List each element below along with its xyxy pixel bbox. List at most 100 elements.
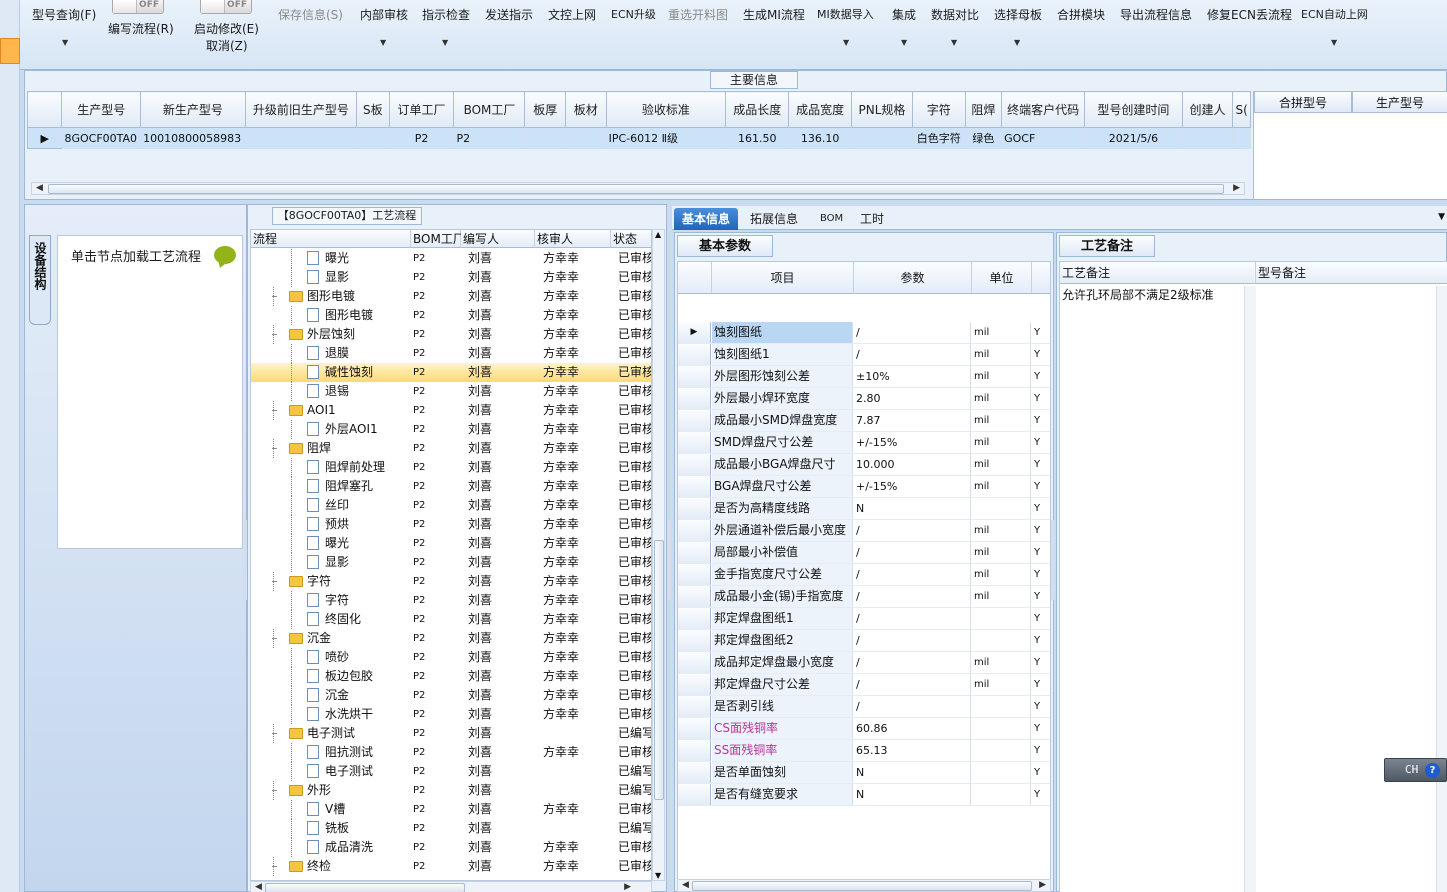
side-tab-device-structure[interactable]: 设备结构 — [29, 235, 51, 325]
param-value[interactable]: +/-15% — [854, 432, 971, 453]
col-header[interactable]: 生产型号 — [1352, 91, 1447, 113]
flow-tree-row[interactable]: 退膜 P2 刘喜 方幸幸 已审核 — [251, 344, 651, 363]
param-row[interactable]: 是否剥引线 / Y — [678, 696, 1050, 718]
col-header[interactable]: 成品宽度 — [788, 91, 853, 128]
cell[interactable] — [1182, 127, 1234, 149]
cell[interactable]: 10010800058983 — [140, 127, 246, 149]
scroll-left-icon[interactable]: ◀ — [682, 880, 689, 890]
collapse-icon[interactable]: − — [271, 578, 278, 586]
toggle-switch-1[interactable]: OFF — [112, 0, 164, 14]
col-header[interactable]: 核审人 — [535, 230, 611, 248]
col-header[interactable]: 生产型号 — [61, 91, 142, 128]
select-mother-board-button[interactable]: 选择母板 — [994, 6, 1042, 23]
col-header[interactable]: 终端客户代码 — [1001, 91, 1086, 128]
col-header[interactable]: 合拼型号 — [1254, 91, 1352, 113]
param-value[interactable]: / — [854, 520, 971, 541]
send-instruction-button[interactable]: 发送指示 — [485, 6, 533, 23]
col-header[interactable]: 升级前旧生产型号 — [244, 91, 358, 128]
flow-tree-row[interactable]: − 外形 P2 刘喜 已编写 — [251, 781, 651, 800]
main-info-hscrollbar[interactable]: ◀ ▶ — [31, 182, 1245, 195]
cell[interactable]: 136.10 — [788, 127, 853, 149]
param-value[interactable]: / — [854, 608, 971, 629]
param-value[interactable]: / — [854, 630, 971, 651]
flow-tree-row[interactable]: 水洗烘干 P2 刘喜 方幸幸 已审核 — [251, 705, 651, 724]
notes-vscrollbar[interactable] — [1244, 286, 1256, 892]
scroll-down-icon[interactable]: ▼ — [655, 871, 661, 880]
flow-tree-row[interactable]: 阻焊塞孔 P2 刘喜 方幸幸 已审核 — [251, 477, 651, 496]
col-header[interactable]: 状态 — [611, 230, 651, 248]
params-hscrollbar[interactable]: ◀ ▶ — [677, 879, 1051, 892]
param-value[interactable]: 2.80 — [854, 388, 971, 409]
flow-tree-row[interactable]: V槽 P2 刘喜 方幸幸 已审核 — [251, 800, 651, 819]
generate-mi-flow-button[interactable]: 生成MI流程 — [743, 6, 805, 23]
param-row[interactable]: 外层图形蚀刻公差 ±10% mil Y — [678, 366, 1050, 388]
chevron-down-icon[interactable]: ▼ — [901, 38, 907, 47]
col-header[interactable]: 工艺备注 — [1060, 262, 1256, 284]
tab-basic-info[interactable]: 基本信息 — [674, 208, 739, 230]
param-row[interactable]: 邦定焊盘图纸2/ Y — [678, 630, 1050, 652]
col-header[interactable]: S板 — [356, 91, 390, 128]
param-row[interactable]: ▶ 蚀刻图纸 / mil Y — [678, 322, 1050, 344]
repair-ecn-flow-button[interactable]: 修复ECN丢流程 — [1207, 6, 1292, 23]
notes-grid[interactable]: 工艺备注 型号备注 允许孔环局部不满足2级标准 — [1059, 261, 1447, 892]
flow-hscrollbar[interactable]: ◀ ▶ — [250, 881, 652, 892]
flow-tree-row[interactable]: 终固化 P2 刘喜 方幸幸 已审核 — [251, 610, 651, 629]
flow-tree-row[interactable]: 成品清洗 P2 刘喜 方幸幸 已审核 — [251, 838, 651, 857]
instruction-check-button[interactable]: 指示检查 — [422, 6, 470, 23]
collapse-icon[interactable]: − — [271, 863, 278, 871]
param-row[interactable]: 邦定焊盘尺寸公差 / mil Y — [678, 674, 1050, 696]
cell[interactable] — [245, 127, 358, 149]
cell[interactable] — [1232, 127, 1251, 149]
col-header[interactable]: 订单工厂 — [388, 91, 455, 128]
col-header[interactable]: 新生产型号 — [140, 91, 246, 128]
tab-bom[interactable]: BOM — [812, 208, 851, 230]
flow-tree-row[interactable]: 图形电镀 P2 刘喜 方幸幸 已审核 — [251, 306, 651, 325]
col-header[interactable]: PNL规格 — [851, 91, 913, 128]
col-header[interactable]: 编写人 — [461, 230, 535, 248]
reselect-cutting-chart-button[interactable]: 重选开料图 — [668, 6, 728, 23]
chevron-down-icon[interactable]: ▼ — [442, 38, 448, 47]
toggle-switch-2[interactable]: OFF — [200, 0, 252, 14]
param-value[interactable]: N — [854, 784, 971, 805]
internal-audit-button[interactable]: 内部审核 — [360, 6, 408, 23]
cell[interactable]: IPC-6012 Ⅱ级 — [606, 127, 727, 149]
param-value[interactable]: / — [854, 542, 971, 563]
flow-tree-row[interactable]: − AOI1 P2 刘喜 方幸幸 已审核 — [251, 401, 651, 420]
flow-tree-row[interactable]: 丝印 P2 刘喜 方幸幸 已审核 — [251, 496, 651, 515]
tab-work-hours[interactable]: 工时 — [852, 208, 892, 230]
col-header[interactable]: 阻焊 — [964, 91, 1003, 128]
param-value[interactable]: 65.13 — [854, 740, 971, 761]
doc-control-online-button[interactable]: 文控上网 — [548, 6, 596, 23]
scroll-left-icon[interactable]: ◀ — [36, 183, 43, 193]
param-row[interactable]: SS面残铜率 65.13 Y — [678, 740, 1050, 762]
param-value[interactable]: 7.87 — [854, 410, 971, 431]
col-header[interactable]: 验收标准 — [605, 91, 727, 128]
collapse-icon[interactable]: − — [271, 787, 278, 795]
scroll-thumb[interactable] — [692, 881, 1032, 891]
param-row[interactable]: 金手指宽度尺寸公差 / mil Y — [678, 564, 1050, 586]
cell[interactable]: P2 — [453, 127, 526, 149]
param-value[interactable]: / — [854, 674, 971, 695]
process-flow-tree[interactable]: 流程 BOM工厂 编写人 核审人 状态 曝光 P2 刘喜 方幸幸 已审核 显影 P2 刘喜 方幸… — [250, 229, 652, 881]
chevron-down-icon[interactable]: ▼ — [951, 38, 957, 47]
param-row[interactable]: 蚀刻图纸1/mil Y — [678, 344, 1050, 366]
cell[interactable] — [356, 127, 390, 149]
col-header[interactable]: 流程 — [251, 230, 411, 248]
param-row[interactable]: 邦定焊盘图纸1/ Y — [678, 608, 1050, 630]
scroll-right-icon[interactable]: ▶ — [624, 882, 631, 892]
param-value[interactable]: 60.86 — [854, 718, 971, 739]
param-row[interactable]: 是否有缝宽要求 N Y — [678, 784, 1050, 806]
col-header[interactable]: BOM工厂 — [411, 230, 465, 248]
col-header[interactable]: 板厚 — [524, 91, 567, 128]
cell[interactable]: 161.50 — [725, 127, 790, 149]
cell[interactable]: GOCF — [1001, 127, 1086, 149]
param-row[interactable]: 成品邦定焊盘最小宽度 / mil Y — [678, 652, 1050, 674]
col-header[interactable]: 型号备注 — [1256, 262, 1447, 284]
flow-tree-row[interactable]: 喷砂 P2 刘喜 方幸幸 已审核 — [251, 648, 651, 667]
flow-tree-row[interactable]: 曝光 P2 刘喜 方幸幸 已审核 — [251, 249, 651, 268]
param-value[interactable]: / — [854, 586, 971, 607]
col-header[interactable]: 字符 — [911, 91, 966, 128]
col-header-extra[interactable] — [1032, 262, 1050, 294]
flow-tree-row[interactable]: 字符 P2 刘喜 方幸幸 已审核 — [251, 591, 651, 610]
param-value[interactable]: +/-15% — [854, 476, 971, 497]
